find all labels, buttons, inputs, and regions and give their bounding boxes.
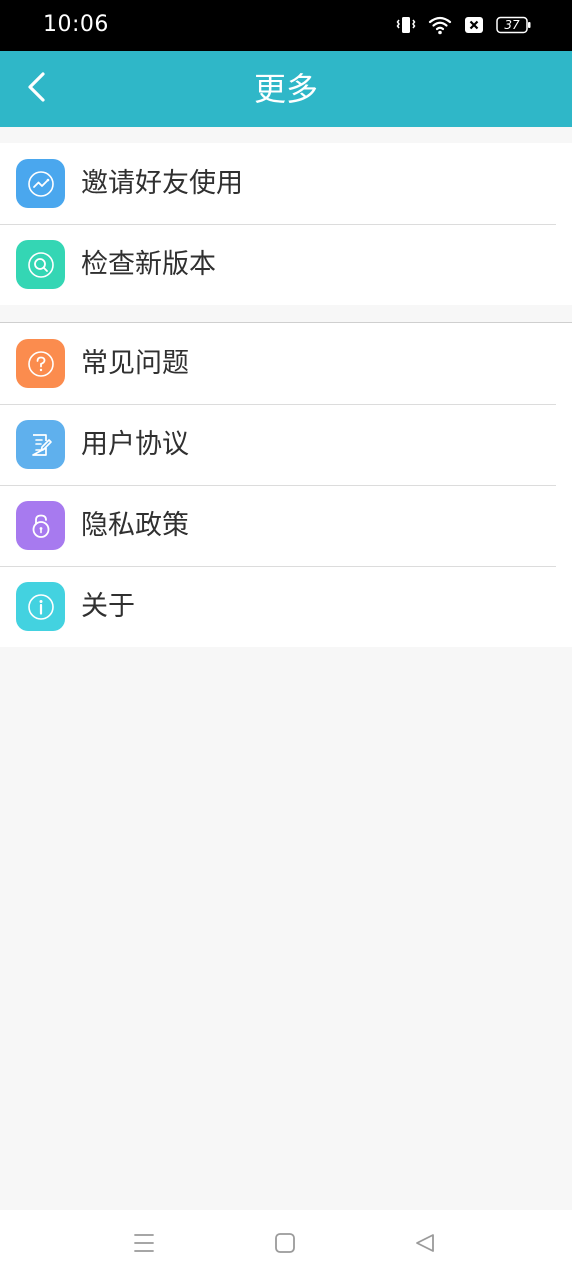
- battery-icon: 37: [496, 16, 532, 34]
- home-icon: [274, 1232, 296, 1258]
- question-icon: [16, 339, 65, 388]
- status-time: 10:06: [43, 12, 109, 37]
- menu-item-label: 常见问题: [81, 348, 189, 379]
- wifi-icon: [428, 15, 452, 35]
- menu-item-label: 隐私政策: [81, 510, 189, 541]
- chevron-left-icon: [25, 71, 47, 107]
- share-chart-icon: [16, 159, 65, 208]
- back-triangle-icon: [414, 1232, 436, 1258]
- menu-item-privacy-policy[interactable]: 隐私政策: [0, 485, 572, 566]
- menu-group-1: 邀请好友使用 检查新版本: [0, 143, 572, 305]
- vibrate-icon: [396, 15, 416, 35]
- unlock-icon: [16, 501, 65, 550]
- nav-home-button[interactable]: [268, 1228, 302, 1262]
- menu-item-about[interactable]: 关于: [0, 566, 572, 647]
- app-header: 更多: [0, 51, 572, 127]
- menu-item-label: 邀请好友使用: [81, 168, 243, 199]
- menu-icon: [132, 1232, 156, 1258]
- battery-level: 37: [504, 18, 520, 32]
- menu-item-label: 关于: [81, 591, 135, 622]
- menu-item-check-version[interactable]: 检查新版本: [0, 224, 572, 305]
- back-button[interactable]: [14, 67, 58, 111]
- menu-item-faq[interactable]: 常见问题: [0, 323, 572, 404]
- status-icons: 37: [396, 14, 532, 36]
- menu-item-label: 检查新版本: [81, 249, 216, 280]
- nav-back-button[interactable]: [408, 1228, 442, 1262]
- nav-menu-button[interactable]: [127, 1228, 161, 1262]
- page-title: 更多: [253, 70, 318, 108]
- menu-item-user-agreement[interactable]: 用户协议: [0, 404, 572, 485]
- menu-group-2: 常见问题 用户协议 隐私政策 关于: [0, 322, 572, 647]
- menu-item-invite-friends[interactable]: 邀请好友使用: [0, 143, 572, 224]
- agreement-edit-icon: [16, 420, 65, 469]
- info-icon: [16, 582, 65, 631]
- sim-x-icon: [464, 16, 484, 34]
- status-bar: 10:06 37: [0, 0, 572, 51]
- menu-item-label: 用户协议: [81, 429, 189, 460]
- system-nav-bar: [0, 1210, 572, 1280]
- search-icon: [16, 240, 65, 289]
